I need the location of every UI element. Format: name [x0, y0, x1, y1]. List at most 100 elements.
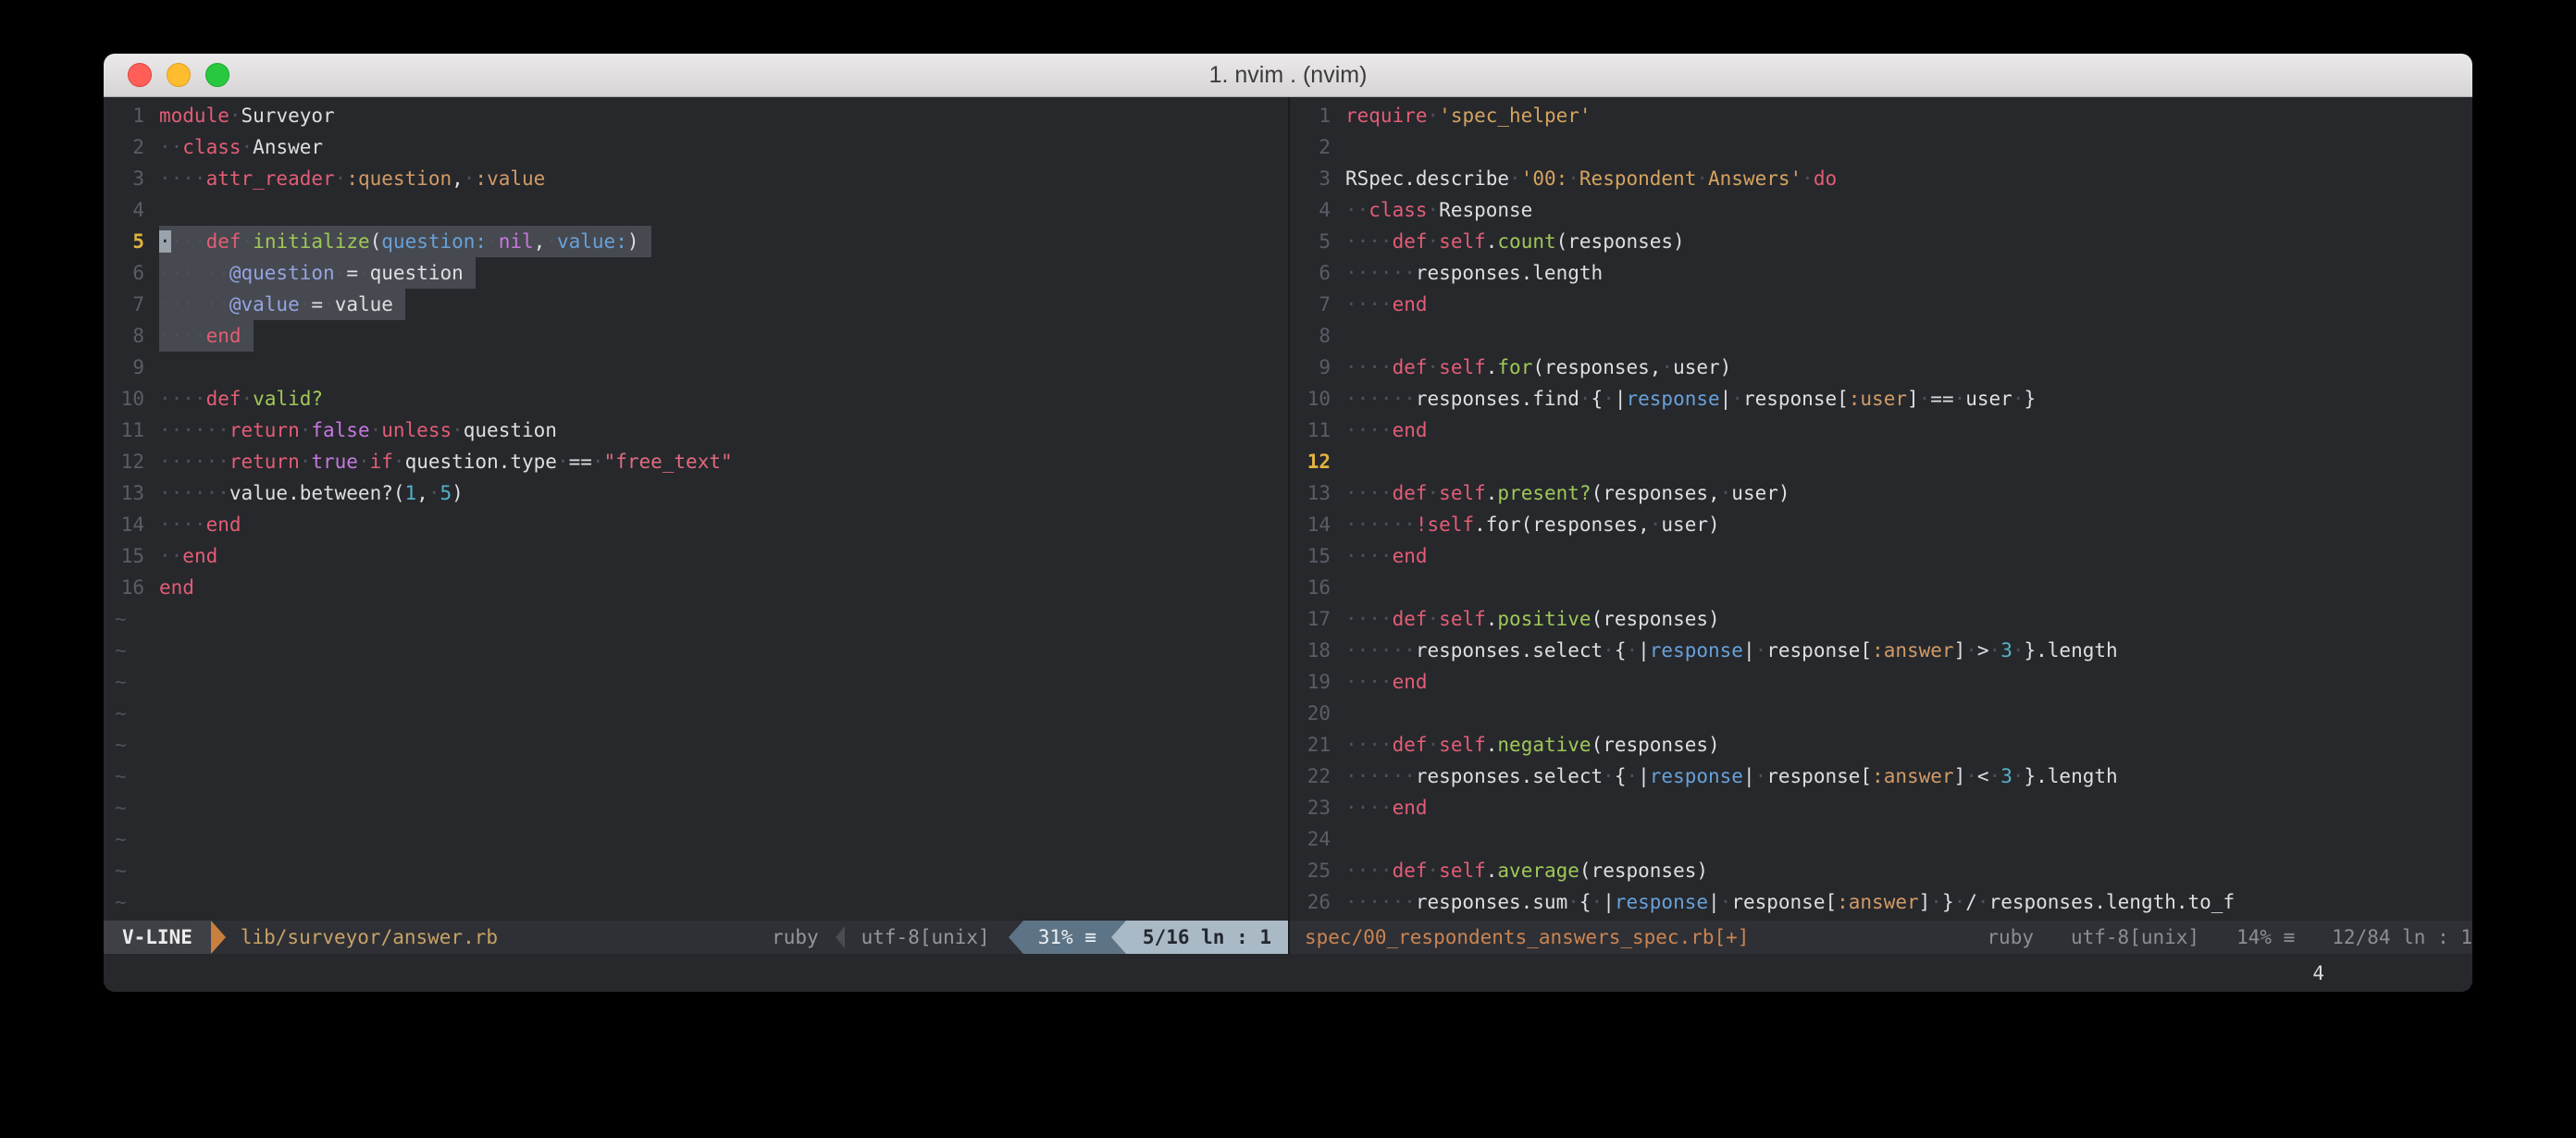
- empty-line-tilde: ~: [104, 729, 1288, 761]
- window-titlebar[interactable]: 1. nvim . (nvim): [104, 54, 2472, 97]
- code-line[interactable]: 9: [104, 352, 1288, 383]
- line-text: ··class·Response: [1345, 194, 1532, 226]
- code-line[interactable]: 16: [1290, 572, 2472, 603]
- line-text: ····def·self.for(responses,·user): [1345, 352, 1731, 383]
- line-text: ····def·self.negative(responses): [1345, 729, 1720, 761]
- code-line[interactable]: 4··class·Response: [1290, 194, 2472, 226]
- terminal-window: 1. nvim . (nvim) 1module·Surveyor2··clas…: [104, 54, 2472, 992]
- line-text: end: [159, 572, 194, 603]
- line-number: 12: [1290, 446, 1345, 477]
- filetype-left: ruby: [766, 921, 824, 954]
- code-line[interactable]: 9····def·self.for(responses,·user): [1290, 352, 2472, 383]
- code-area-left[interactable]: 1module·Surveyor2··class·Answer3····attr…: [104, 97, 1288, 921]
- code-line[interactable]: 10····def·valid?: [104, 383, 1288, 414]
- close-button[interactable]: [128, 63, 152, 87]
- line-text: ····def·self.count(responses): [1345, 226, 1685, 257]
- filename-left: lib/surveyor/answer.rb: [226, 921, 498, 954]
- line-number: 7: [1290, 289, 1345, 320]
- code-line[interactable]: 13······value.between?(1,·5): [104, 477, 1288, 509]
- zoom-button[interactable]: [205, 63, 229, 87]
- code-line[interactable]: 1module·Surveyor: [104, 100, 1288, 131]
- code-line[interactable]: 23····end: [1290, 792, 2472, 823]
- empty-line-tilde: ~: [104, 698, 1288, 729]
- code-line[interactable]: 8: [1290, 320, 2472, 352]
- line-text: ······@value·=·value: [159, 289, 405, 320]
- command-line[interactable]: 4: [104, 954, 2472, 992]
- line-number: 24: [1290, 823, 1345, 855]
- line-text: ······value.between?(1,·5): [159, 477, 464, 509]
- encoding-right: utf-8[unix]: [2071, 921, 2199, 954]
- code-line[interactable]: 6······@question·=·question: [104, 257, 1288, 289]
- line-number: 11: [104, 414, 159, 446]
- line-text: ····end: [1345, 289, 1428, 320]
- code-line[interactable]: 3····attr_reader·:question,·:value: [104, 163, 1288, 194]
- empty-line-tilde: ~: [104, 603, 1288, 635]
- code-line[interactable]: 15··end: [104, 540, 1288, 572]
- code-line[interactable]: 25····def·self.average(responses): [1290, 855, 2472, 886]
- code-line[interactable]: 8····end: [104, 320, 1288, 352]
- pane-right: 1require·'spec_helper'23RSpec.describe·'…: [1288, 97, 2472, 954]
- pane-left: 1module·Surveyor2··class·Answer3····attr…: [104, 97, 1288, 954]
- line-text: ····end: [159, 320, 254, 352]
- code-line[interactable]: 14······!self.for(responses,·user): [1290, 509, 2472, 540]
- line-text: RSpec.describe·'00:·Respondent·Answers'·…: [1345, 163, 1837, 194]
- code-line[interactable]: 14····end: [104, 509, 1288, 540]
- line-text: ····end: [1345, 414, 1428, 446]
- line-number: 16: [1290, 572, 1345, 603]
- line-text: ····end: [1345, 540, 1428, 572]
- separator-icon: [836, 926, 845, 948]
- line-text: ······responses.sum·{·|response|·respons…: [1345, 886, 2235, 918]
- line-number: 10: [1290, 383, 1345, 414]
- code-line[interactable]: 2: [1290, 131, 2472, 163]
- line-number: 26: [1290, 886, 1345, 918]
- code-line[interactable]: 1require·'spec_helper': [1290, 100, 2472, 131]
- code-line[interactable]: 12: [1290, 446, 2472, 477]
- minimize-button[interactable]: [167, 63, 191, 87]
- code-line[interactable]: 7······@value·=·value: [104, 289, 1288, 320]
- line-number: 6: [1290, 257, 1345, 289]
- cursor-position-left: 5/16 ln : 1: [1126, 921, 1288, 954]
- line-text: require·'spec_helper': [1345, 100, 1591, 131]
- empty-line-tilde: ~: [104, 855, 1288, 886]
- line-number: 4: [104, 194, 159, 226]
- code-line[interactable]: 19····end: [1290, 666, 2472, 698]
- line-number: 3: [1290, 163, 1345, 194]
- line-number: 8: [1290, 320, 1345, 352]
- line-number: 15: [1290, 540, 1345, 572]
- code-line[interactable]: 26······responses.sum·{·|response|·respo…: [1290, 886, 2472, 918]
- code-line[interactable]: 18······responses.select·{·|response|·re…: [1290, 635, 2472, 666]
- code-line[interactable]: 16end: [104, 572, 1288, 603]
- line-number: 17: [1290, 603, 1345, 635]
- code-line[interactable]: 6······responses.length: [1290, 257, 2472, 289]
- code-line[interactable]: 17····def·self.positive(responses): [1290, 603, 2472, 635]
- mode-indicator: V-LINE: [104, 921, 211, 954]
- filetype-right: ruby: [1987, 921, 2034, 954]
- line-text: ····end: [159, 509, 242, 540]
- code-line[interactable]: 11······return·false·unless·question: [104, 414, 1288, 446]
- code-line[interactable]: 15····end: [1290, 540, 2472, 572]
- code-line[interactable]: 24: [1290, 823, 2472, 855]
- line-text: ······@question·=·question: [159, 257, 476, 289]
- code-line[interactable]: 22······responses.select·{·|response|·re…: [1290, 761, 2472, 792]
- code-line[interactable]: 4: [104, 194, 1288, 226]
- code-line[interactable]: 13····def·self.present?(responses,·user): [1290, 477, 2472, 509]
- code-line[interactable]: 5····def·self.count(responses): [1290, 226, 2472, 257]
- line-number: 21: [1290, 729, 1345, 761]
- code-line[interactable]: 12······return·true·if·question.type·==·…: [104, 446, 1288, 477]
- code-line[interactable]: 20: [1290, 698, 2472, 729]
- code-line[interactable]: 7····end: [1290, 289, 2472, 320]
- line-number: 2: [104, 131, 159, 163]
- statusline-right: spec/00_respondents_answers_spec.rb[+] r…: [1290, 921, 2472, 954]
- code-line[interactable]: 11····end: [1290, 414, 2472, 446]
- empty-line-tilde: ~: [104, 635, 1288, 666]
- code-area-right[interactable]: 1require·'spec_helper'23RSpec.describe·'…: [1290, 97, 2472, 921]
- code-line[interactable]: 3RSpec.describe·'00:·Respondent·Answers'…: [1290, 163, 2472, 194]
- code-line[interactable]: 10······responses.find·{·|response|·resp…: [1290, 383, 2472, 414]
- code-line[interactable]: 5····def·initialize(question:·nil,·value…: [104, 226, 1288, 257]
- code-line[interactable]: 2··class·Answer: [104, 131, 1288, 163]
- code-line[interactable]: 21····def·self.negative(responses): [1290, 729, 2472, 761]
- line-text: ····def·valid?: [159, 383, 323, 414]
- filename-right: spec/00_respondents_answers_spec.rb[+]: [1290, 921, 1749, 954]
- line-text: ······responses.select·{·|response|·resp…: [1345, 761, 2118, 792]
- line-number: 6: [104, 257, 159, 289]
